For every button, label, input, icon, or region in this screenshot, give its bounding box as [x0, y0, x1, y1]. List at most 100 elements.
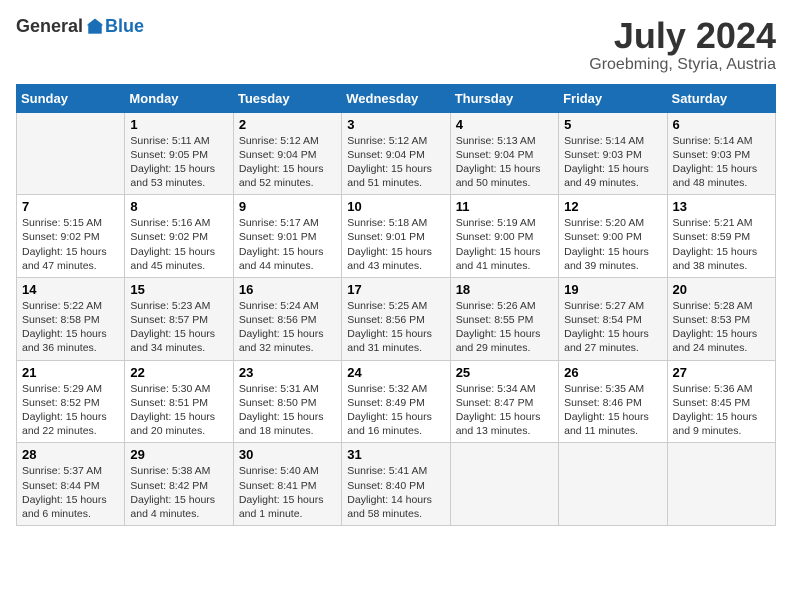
day-cell-19: 19Sunrise: 5:27 AMSunset: 8:54 PMDayligh…: [559, 277, 667, 360]
day-cell-12: 12 Sunrise: 5:20 AMSunset: 9:00 PMDayligh…: [559, 195, 667, 278]
day-cell-1: 1 Sunrise: 5:11 AMSunset: 9:05 PMDaylight…: [125, 112, 233, 195]
day-cell-11: 11Sunrise: 5:19 AMSunset: 9:00 PMDayligh…: [450, 195, 558, 278]
day-number: 13: [673, 199, 770, 214]
day-info: Sunrise: 5:26 AMSunset: 8:55 PMDaylight:…: [456, 299, 553, 356]
day-cell-24: 24Sunrise: 5:32 AMSunset: 8:49 PMDayligh…: [342, 360, 450, 443]
day-cell-2: 2 Sunrise: 5:12 AMSunset: 9:04 PMDaylight…: [233, 112, 341, 195]
day-info: Sunrise: 5:32 AMSunset: 8:49 PMDaylight:…: [347, 382, 444, 439]
day-info: Sunrise: 5:12 AMSunset: 9:04 PMDaylight:…: [239, 134, 336, 191]
day-cell-14: 14Sunrise: 5:22 AMSunset: 8:58 PMDayligh…: [17, 277, 125, 360]
day-number: 3: [347, 117, 444, 132]
title-area: July 2024 Groebming, Styria, Austria: [589, 16, 776, 74]
day-cell-4: 4 Sunrise: 5:13 AMSunset: 9:04 PMDaylight…: [450, 112, 558, 195]
day-info: Sunrise: 5:15 AMSunset: 9:02 PMDaylight:…: [22, 216, 119, 273]
day-info: Sunrise: 5:38 AMSunset: 8:42 PMDaylight:…: [130, 464, 227, 521]
day-cell-17: 17 Sunrise: 5:25 AMSunset: 8:56 PMDayligh…: [342, 277, 450, 360]
day-info: Sunrise: 5:31 AMSunset: 8:50 PMDaylight:…: [239, 382, 336, 439]
day-number: 10: [347, 199, 444, 214]
day-number: 26: [564, 365, 661, 380]
empty-cell: [667, 443, 775, 526]
day-number: 25: [456, 365, 553, 380]
day-cell-29: 29 Sunrise: 5:38 AMSunset: 8:42 PMDayligh…: [125, 443, 233, 526]
day-cell-30: 30 Sunrise: 5:40 AMSunset: 8:41 PMDayligh…: [233, 443, 341, 526]
month-title: July 2024: [589, 16, 776, 56]
logo: General Blue: [16, 16, 144, 37]
day-cell-15: 15Sunrise: 5:23 AMSunset: 8:57 PMDayligh…: [125, 277, 233, 360]
day-number: 23: [239, 365, 336, 380]
day-cell-31: 31 Sunrise: 5:41 AMSunset: 8:40 PMDayligh…: [342, 443, 450, 526]
day-cell-16: 16 Sunrise: 5:24 AMSunset: 8:56 PMDayligh…: [233, 277, 341, 360]
day-number: 12: [564, 199, 661, 214]
day-number: 4: [456, 117, 553, 132]
logo-blue-text: Blue: [105, 16, 144, 37]
day-info: Sunrise: 5:14 AMSunset: 9:03 PMDaylight:…: [673, 134, 770, 191]
week-row-3: 14Sunrise: 5:22 AMSunset: 8:58 PMDayligh…: [17, 277, 776, 360]
day-number: 1: [130, 117, 227, 132]
day-cell-18: 18 Sunrise: 5:26 AMSunset: 8:55 PMDayligh…: [450, 277, 558, 360]
day-info: Sunrise: 5:12 AMSunset: 9:04 PMDaylight:…: [347, 134, 444, 191]
calendar-table: SundayMondayTuesdayWednesdayThursdayFrid…: [16, 84, 776, 526]
day-info: Sunrise: 5:20 AMSunset: 9:00 PMDaylight:…: [564, 216, 661, 273]
day-number: 21: [22, 365, 119, 380]
day-number: 9: [239, 199, 336, 214]
day-cell-27: 27 Sunrise: 5:36 AMSunset: 8:45 PMDayligh…: [667, 360, 775, 443]
day-number: 30: [239, 447, 336, 462]
day-info: Sunrise: 5:41 AMSunset: 8:40 PMDaylight:…: [347, 464, 444, 521]
day-number: 31: [347, 447, 444, 462]
day-number: 14: [22, 282, 119, 297]
day-cell-7: 7 Sunrise: 5:15 AMSunset: 9:02 PMDaylight…: [17, 195, 125, 278]
day-cell-3: 3 Sunrise: 5:12 AMSunset: 9:04 PMDaylight…: [342, 112, 450, 195]
day-cell-6: 6Sunrise: 5:14 AMSunset: 9:03 PMDaylight…: [667, 112, 775, 195]
week-row-2: 7 Sunrise: 5:15 AMSunset: 9:02 PMDaylight…: [17, 195, 776, 278]
empty-cell: [559, 443, 667, 526]
week-row-1: 1 Sunrise: 5:11 AMSunset: 9:05 PMDaylight…: [17, 112, 776, 195]
day-cell-20: 20Sunrise: 5:28 AMSunset: 8:53 PMDayligh…: [667, 277, 775, 360]
day-number: 2: [239, 117, 336, 132]
day-cell-25: 25 Sunrise: 5:34 AMSunset: 8:47 PMDayligh…: [450, 360, 558, 443]
day-number: 5: [564, 117, 661, 132]
day-cell-10: 10 Sunrise: 5:18 AMSunset: 9:01 PMDayligh…: [342, 195, 450, 278]
calendar-header-row: SundayMondayTuesdayWednesdayThursdayFrid…: [17, 84, 776, 112]
day-info: Sunrise: 5:40 AMSunset: 8:41 PMDaylight:…: [239, 464, 336, 521]
header-wednesday: Wednesday: [342, 84, 450, 112]
week-row-4: 21 Sunrise: 5:29 AMSunset: 8:52 PMDayligh…: [17, 360, 776, 443]
header-saturday: Saturday: [667, 84, 775, 112]
day-info: Sunrise: 5:36 AMSunset: 8:45 PMDaylight:…: [673, 382, 770, 439]
day-info: Sunrise: 5:18 AMSunset: 9:01 PMDaylight:…: [347, 216, 444, 273]
day-number: 29: [130, 447, 227, 462]
empty-cell: [17, 112, 125, 195]
day-number: 7: [22, 199, 119, 214]
empty-cell: [450, 443, 558, 526]
day-cell-23: 23 Sunrise: 5:31 AMSunset: 8:50 PMDayligh…: [233, 360, 341, 443]
day-info: Sunrise: 5:34 AMSunset: 8:47 PMDaylight:…: [456, 382, 553, 439]
day-info: Sunrise: 5:11 AMSunset: 9:05 PMDaylight:…: [130, 134, 227, 191]
header-thursday: Thursday: [450, 84, 558, 112]
day-info: Sunrise: 5:30 AMSunset: 8:51 PMDaylight:…: [130, 382, 227, 439]
header-friday: Friday: [559, 84, 667, 112]
day-info: Sunrise: 5:13 AMSunset: 9:04 PMDaylight:…: [456, 134, 553, 191]
page-header: General Blue July 2024 Groebming, Styria…: [16, 16, 776, 74]
day-info: Sunrise: 5:21 AMSunset: 8:59 PMDaylight:…: [673, 216, 770, 273]
day-cell-9: 9Sunrise: 5:17 AMSunset: 9:01 PMDaylight…: [233, 195, 341, 278]
day-number: 16: [239, 282, 336, 297]
day-number: 17: [347, 282, 444, 297]
day-info: Sunrise: 5:25 AMSunset: 8:56 PMDaylight:…: [347, 299, 444, 356]
day-info: Sunrise: 5:24 AMSunset: 8:56 PMDaylight:…: [239, 299, 336, 356]
day-number: 20: [673, 282, 770, 297]
logo-icon: [85, 17, 105, 37]
day-info: Sunrise: 5:29 AMSunset: 8:52 PMDaylight:…: [22, 382, 119, 439]
logo-general-text: General: [16, 16, 83, 37]
day-cell-22: 22Sunrise: 5:30 AMSunset: 8:51 PMDayligh…: [125, 360, 233, 443]
day-number: 8: [130, 199, 227, 214]
header-sunday: Sunday: [17, 84, 125, 112]
day-number: 27: [673, 365, 770, 380]
day-cell-28: 28Sunrise: 5:37 AMSunset: 8:44 PMDayligh…: [17, 443, 125, 526]
week-row-5: 28Sunrise: 5:37 AMSunset: 8:44 PMDayligh…: [17, 443, 776, 526]
day-cell-13: 13 Sunrise: 5:21 AMSunset: 8:59 PMDayligh…: [667, 195, 775, 278]
day-number: 28: [22, 447, 119, 462]
day-number: 18: [456, 282, 553, 297]
day-info: Sunrise: 5:14 AMSunset: 9:03 PMDaylight:…: [564, 134, 661, 191]
day-info: Sunrise: 5:23 AMSunset: 8:57 PMDaylight:…: [130, 299, 227, 356]
day-cell-5: 5 Sunrise: 5:14 AMSunset: 9:03 PMDaylight…: [559, 112, 667, 195]
location-title: Groebming, Styria, Austria: [589, 56, 776, 74]
